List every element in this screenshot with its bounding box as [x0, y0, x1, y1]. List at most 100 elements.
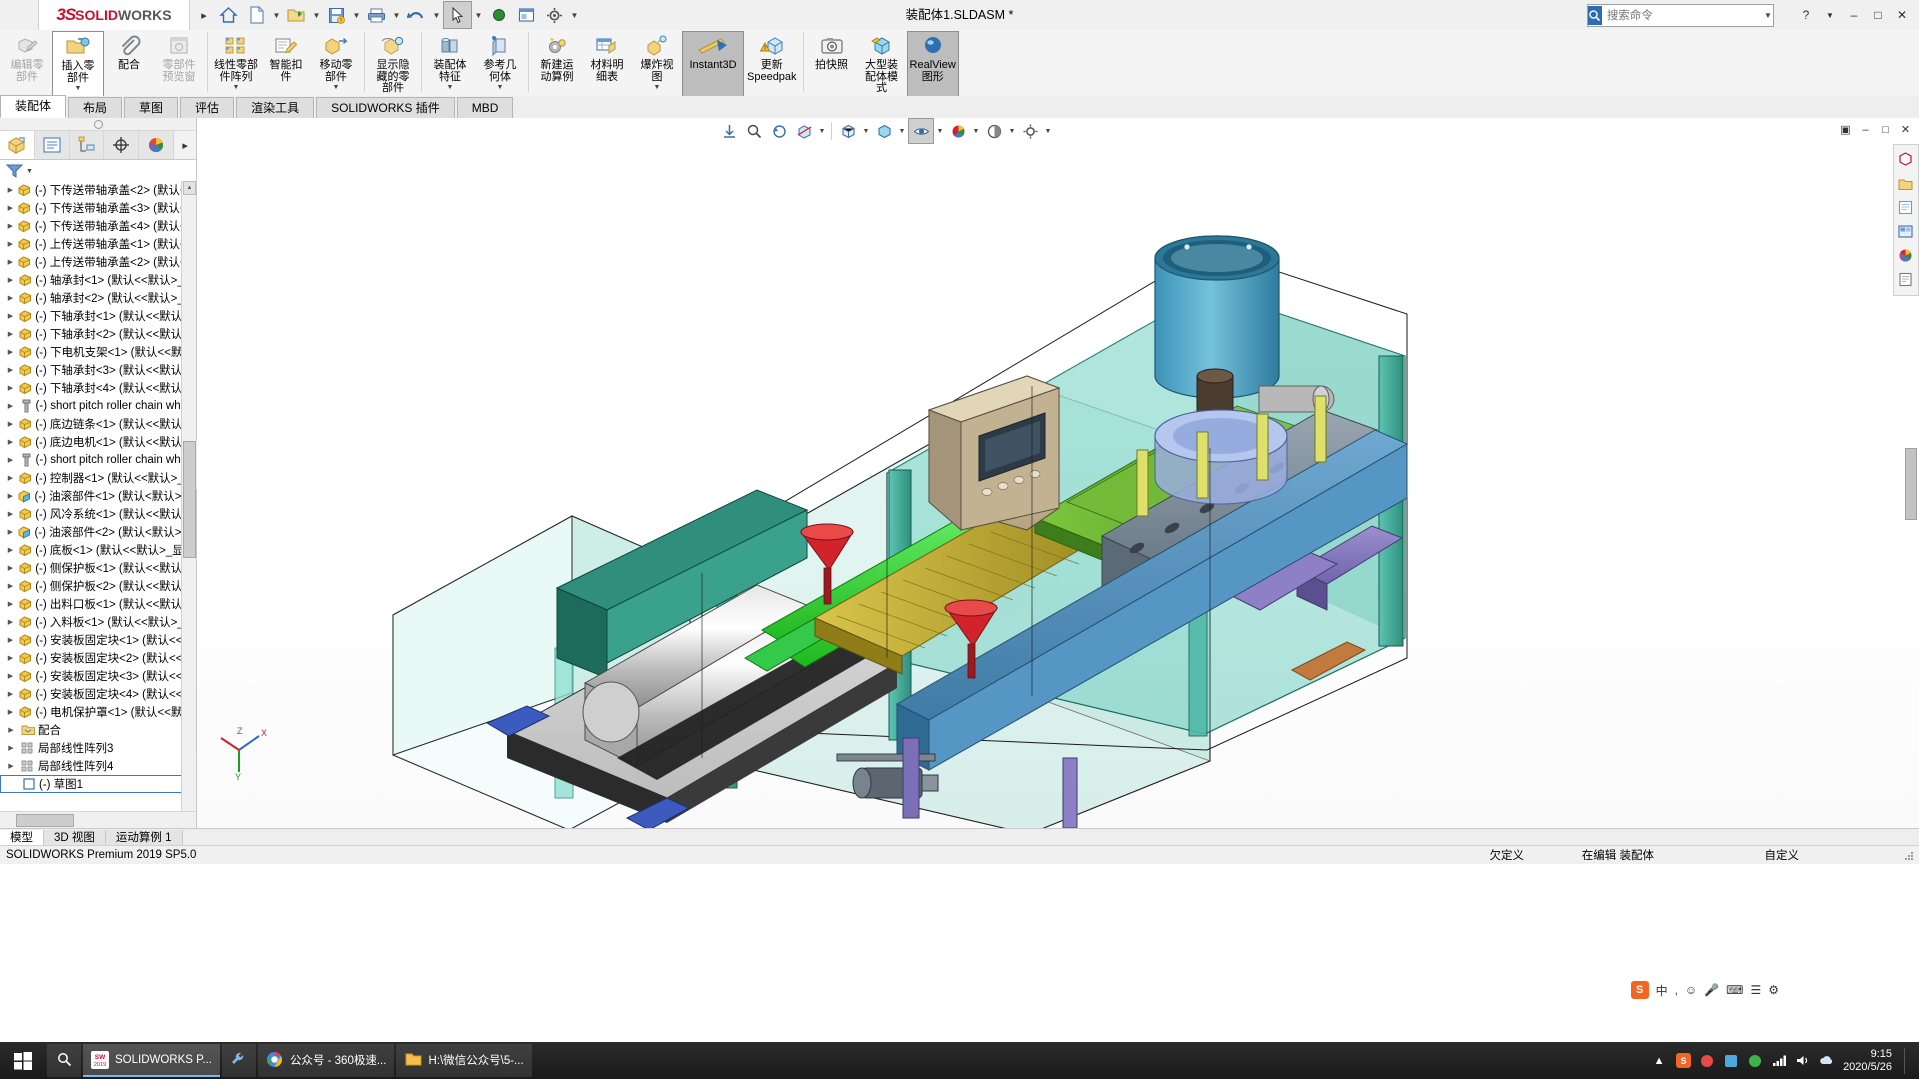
ime-language-label[interactable]: 中 — [1656, 982, 1668, 999]
dimxpert-manager-tab[interactable] — [104, 131, 140, 159]
previous-view-button[interactable] — [767, 119, 791, 143]
hide-show-items-button[interactable] — [908, 118, 934, 144]
ribbon-new-motion-study[interactable]: 新建运 动算例 — [532, 31, 582, 97]
tree-expand-chevron-right-icon[interactable]: ▶ — [4, 762, 18, 770]
ribbon-realview-graphics[interactable]: RealView 图形 — [906, 31, 959, 97]
tree-expand-chevron-right-icon[interactable]: ▶ — [4, 420, 17, 428]
tree-item-23[interactable]: ▶ (-) 出料口板<1> (默认<<默认>_ — [0, 595, 182, 613]
file-explorer-icon[interactable] — [1894, 196, 1916, 218]
tree-item-5[interactable]: ▶ (-) 轴承封<1> (默认<<默认>_显 — [0, 271, 182, 289]
taskbar-solidworks-button[interactable]: SW 2019 SOLIDWORKS P... — [83, 1044, 220, 1077]
feature-tree-scrollbar[interactable]: ▲ ▼ — [181, 181, 196, 828]
tree-expand-chevron-right-icon[interactable]: ▶ — [4, 348, 17, 356]
tree-expand-chevron-right-icon[interactable]: ▶ — [4, 528, 17, 536]
print-icon[interactable] — [363, 2, 390, 28]
tree-expand-chevron-right-icon[interactable]: ▶ — [4, 204, 17, 212]
open-document-icon[interactable] — [283, 2, 310, 28]
settings-gear-icon[interactable] — [541, 2, 568, 28]
tree-item-22[interactable]: ▶ (-) 侧保护板<2> (默认<<默认>_ — [0, 577, 182, 595]
tab-motion-study-1[interactable]: 运动算例 1 — [105, 829, 183, 846]
display-style-chevron-down-icon[interactable]: ▼ — [897, 119, 907, 143]
tree-expand-chevron-right-icon[interactable]: ▶ — [4, 708, 17, 716]
tree-expand-chevron-right-icon[interactable]: ▶ — [4, 636, 17, 644]
feature-tree-filter[interactable]: ▼ — [0, 160, 196, 183]
ribbon-large-assembly-mode[interactable]: 大型装 配体模 式 — [857, 31, 907, 97]
linear-component-pattern-chevron-down-icon[interactable]: ▼ — [233, 84, 240, 91]
display-style-button[interactable] — [872, 119, 896, 143]
tray-app3-icon[interactable] — [1747, 1053, 1763, 1069]
hide-show-items-chevron-down-icon[interactable]: ▼ — [935, 119, 945, 143]
reference-geometry-chevron-down-icon[interactable]: ▼ — [497, 84, 504, 91]
print-chevron-down-icon[interactable]: ▼ — [391, 2, 402, 28]
tree-item-28[interactable]: ▶ (-) 安装板固定块<4> (默认<<默 — [0, 685, 182, 703]
panel-grip[interactable] — [0, 118, 196, 131]
tree-expand-chevron-right-icon[interactable]: ▶ — [4, 546, 17, 554]
tree-item-30[interactable]: ▶ 配合 — [0, 721, 182, 739]
ime-keyboard-icon[interactable]: ⌨ — [1726, 983, 1743, 997]
home-icon[interactable] — [215, 2, 242, 28]
move-component-chevron-down-icon[interactable]: ▼ — [333, 84, 340, 91]
tree-expand-chevron-right-icon[interactable]: ▶ — [4, 618, 17, 626]
ribbon-bill-of-materials[interactable]: 材料明 细表 — [582, 31, 632, 97]
ribbon-insert-components[interactable]: 插入零 部件 ▼ — [52, 31, 104, 99]
search-chevron-down-icon[interactable]: ▼ — [1763, 11, 1773, 20]
new-document-icon[interactable] — [243, 2, 270, 28]
ime-emoji-icon[interactable]: ☺ — [1685, 983, 1697, 997]
tree-expand-chevron-right-icon[interactable]: ▶ — [4, 402, 17, 410]
open-document-chevron-down-icon[interactable]: ▼ — [311, 2, 322, 28]
tree-item-8[interactable]: ▶ (-) 下轴承封<2> (默认<<默认>_ — [0, 325, 182, 343]
options-toolbar-icon[interactable] — [513, 2, 540, 28]
ime-toolbox-icon[interactable]: ☰ — [1750, 983, 1761, 997]
menu-expand-arrow[interactable]: ▸ — [196, 6, 212, 24]
tree-item-27[interactable]: ▶ (-) 安装板固定块<3> (默认<<默 — [0, 667, 182, 685]
manager-tabs-chevron-right-icon[interactable]: ▸ — [174, 131, 196, 159]
taskbar-clock[interactable]: 9:15 2020/5/26 — [1843, 1048, 1896, 1074]
graphics-viewport[interactable]: ▼ ▼ ▼ ▼ ▼ ▼ ▼ ▣ – □ ✕ Z X Y — [197, 118, 1919, 828]
ime-settings-icon[interactable]: ⚙ — [1768, 983, 1779, 997]
display-manager-tab[interactable] — [139, 131, 175, 159]
apply-scene-button[interactable] — [982, 119, 1006, 143]
help-button[interactable]: ? — [1795, 4, 1817, 26]
save-icon[interactable]: ! — [323, 2, 350, 28]
tree-expand-chevron-right-icon[interactable]: ▶ — [4, 726, 18, 734]
tree-expand-chevron-right-icon[interactable]: ▶ — [4, 564, 17, 572]
ribbon-instant3d[interactable]: Instant3D — [682, 31, 744, 99]
tab-solidworks-addins[interactable]: SOLIDWORKS 插件 — [316, 97, 455, 118]
tree-item-17[interactable]: ▶ (-) 油滚部件<1> (默认<默认>_显 — [0, 487, 182, 505]
tab-3d-views[interactable]: 3D 视图 — [44, 829, 106, 846]
ribbon-show-hidden-components[interactable]: 显示隐 藏的零 部件 — [368, 31, 418, 97]
section-view-chevron-down-icon[interactable]: ▼ — [817, 119, 827, 143]
sogou-logo-icon[interactable]: S — [1630, 981, 1649, 999]
tree-expand-chevron-right-icon[interactable]: ▶ — [4, 258, 17, 266]
tree-expand-chevron-right-icon[interactable]: ▶ — [4, 654, 17, 662]
tray-sogou-icon[interactable]: S — [1675, 1053, 1691, 1069]
edit-appearance-chevron-down-icon[interactable]: ▼ — [971, 119, 981, 143]
zoom-to-area-button[interactable] — [742, 119, 766, 143]
select-icon[interactable] — [443, 1, 472, 29]
scroll-up-icon[interactable]: ▲ — [183, 181, 196, 195]
tree-item-16[interactable]: ▶ (-) 控制器<1> (默认<<默认>_显 — [0, 469, 182, 487]
resize-grip-icon[interactable] — [1903, 850, 1915, 862]
tree-item-2[interactable]: ▶ (-) 下传送带轴承盖<4> (默认<<! — [0, 217, 182, 235]
view-palette-icon[interactable] — [1894, 220, 1916, 242]
feature-tree-hscroll-thumb[interactable] — [16, 814, 74, 827]
feature-tree[interactable]: ▶ (-) 下传送带轴承盖<2> (默认<<! ▶ (-) 下传送带轴承盖<3> (默… — [0, 181, 182, 828]
tree-expand-chevron-right-icon[interactable]: ▶ — [4, 510, 17, 518]
ribbon-update-speedpak[interactable]: ! 更新 Speedpak — [744, 31, 800, 97]
tree-item-0[interactable]: ▶ (-) 下传送带轴承盖<2> (默认<<! — [0, 181, 182, 199]
filter-chevron-down-icon[interactable]: ▼ — [26, 168, 33, 175]
tree-expand-chevron-right-icon[interactable]: ▶ — [4, 384, 17, 392]
settings-chevron-down-icon[interactable]: ▼ — [569, 2, 580, 28]
ribbon-take-snapshot[interactable]: 拍快照 — [807, 31, 857, 97]
tree-expand-chevron-right-icon[interactable]: ▶ — [4, 744, 18, 752]
tab-sketch[interactable]: 草图 — [124, 97, 179, 118]
tree-item-1[interactable]: ▶ (-) 下传送带轴承盖<3> (默认<<! — [0, 199, 182, 217]
solidworks-resources-icon[interactable] — [1894, 148, 1916, 170]
taskbar-chrome-button[interactable]: 公众号 - 360极速... — [257, 1044, 395, 1077]
property-manager-tab[interactable] — [34, 131, 70, 159]
tree-expand-chevron-right-icon[interactable]: ▶ — [4, 294, 17, 302]
custom-properties-icon[interactable] — [1894, 268, 1916, 290]
appearances-scenes-icon[interactable] — [1894, 244, 1916, 266]
tree-expand-chevron-right-icon[interactable]: ▶ — [4, 222, 17, 230]
tree-item-11[interactable]: ▶ (-) 下轴承封<4> (默认<<默认>_ — [0, 379, 182, 397]
